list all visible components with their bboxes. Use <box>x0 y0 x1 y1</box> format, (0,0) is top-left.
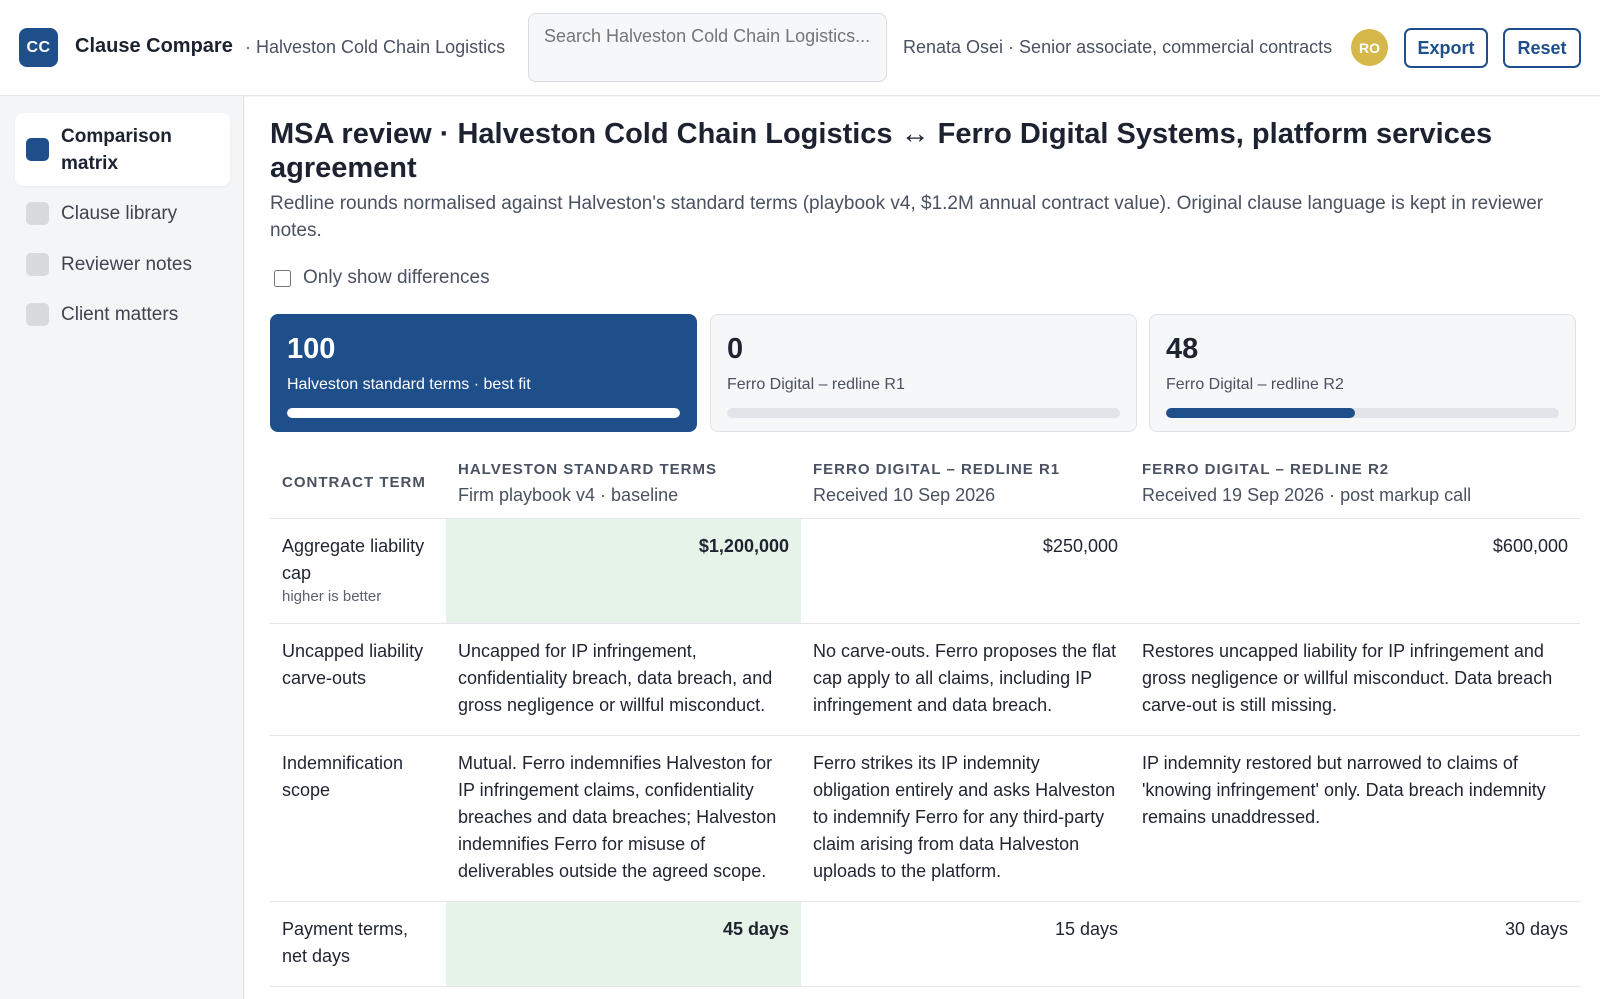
value-cell: $600,000 <box>1130 518 1580 624</box>
only-differences-label: Only show differences <box>303 267 490 288</box>
column-title: FERRO DIGITAL – REDLINE R2 <box>1142 461 1390 478</box>
main-content: MSA review · Halveston Cold Chain Logist… <box>245 97 1600 999</box>
user-name: Renata Osei · Senior associate, commerci… <box>903 37 1333 57</box>
column-title: FERRO DIGITAL – REDLINE R1 <box>813 461 1061 478</box>
score-bar-fill <box>287 408 680 418</box>
reviewer-notes-icon <box>26 252 49 276</box>
score-label: Halveston standard terms · best fit <box>287 376 531 393</box>
term-name: Indemnification scope <box>282 753 404 800</box>
sidebar-item-reviewer-notes[interactable]: Reviewer notes <box>15 249 230 279</box>
table-header-row: CONTRACT TERM HALVESTON STANDARD TERMS F… <box>270 447 1580 519</box>
value-cell: 30 days <box>1130 901 1580 987</box>
value-cell: Ferro strikes its IP indemnity obligatio… <box>801 735 1130 902</box>
client-matters-icon <box>26 302 49 326</box>
org-name: · Halveston Cold Chain Logistics <box>245 37 506 57</box>
page-description: Redline rounds normalised against Halves… <box>270 193 1544 241</box>
comparison-matrix-icon <box>26 138 49 161</box>
score-value: 48 <box>1166 333 1199 365</box>
value-cell: Mutual. Ferro indemnifies Halveston for … <box>446 735 801 902</box>
sidebar-item-clause-library[interactable]: Clause library <box>15 198 230 228</box>
term-name: Aggregate liability cap <box>282 536 425 583</box>
score-label: Ferro Digital – redline R2 <box>1166 376 1344 393</box>
column-header-redline-r1: FERRO DIGITAL – REDLINE R1 Received 10 S… <box>801 447 1130 519</box>
value-cell: IP indemnity restored but narrowed to cl… <box>1130 735 1580 902</box>
column-header-term: CONTRACT TERM <box>270 447 446 519</box>
app-header: CC Clause Compare · Halveston Cold Chain… <box>0 0 1600 96</box>
value-cell-best: $1,200,000 <box>446 518 801 624</box>
scorecard-redline-r1[interactable]: 0 Ferro Digital – redline R1 <box>710 314 1137 432</box>
column-header-redline-r2: FERRO DIGITAL – REDLINE R2 Received 19 S… <box>1130 447 1580 519</box>
score-bar <box>287 408 680 418</box>
sidebar-item-comparison-matrix[interactable]: Comparison matrix <box>15 113 230 186</box>
term-cell: Indemnification scope <box>270 735 446 902</box>
clause-library-icon <box>26 201 49 225</box>
table-row[interactable]: Uncapped liability carve-outs Uncapped f… <box>270 623 1580 736</box>
value-cell-best: 45 days <box>446 901 801 987</box>
avatar[interactable]: RO <box>1351 29 1388 66</box>
sidebar: Comparison matrix Clause library Reviewe… <box>0 96 244 999</box>
column-subtitle: Received 10 Sep 2026 <box>813 485 996 505</box>
sidebar-item-label: Comparison matrix <box>61 125 172 174</box>
term-cell: Uncapped liability carve-outs <box>270 623 446 736</box>
value-cell: Restores uncapped liability for IP infri… <box>1130 623 1580 736</box>
score-value: 100 <box>287 333 336 365</box>
app-name: Clause Compare <box>75 35 233 57</box>
scorecard-standard-terms[interactable]: 100 Halveston standard terms · best fit <box>270 314 697 432</box>
table-row[interactable]: Payment terms, net days 45 days 15 days … <box>270 901 1580 987</box>
search-input[interactable] <box>528 13 887 82</box>
term-cell: Aggregate liability cap higher is better <box>270 518 446 624</box>
score-bar <box>727 408 1120 418</box>
comparison-matrix-table: CONTRACT TERM HALVESTON STANDARD TERMS F… <box>270 447 1580 987</box>
export-button[interactable]: Export <box>1404 28 1488 68</box>
term-name: Payment terms, net days <box>282 919 409 966</box>
value-cell: No carve-outs. Ferro proposes the flat c… <box>801 623 1130 736</box>
column-title: HALVESTON STANDARD TERMS <box>458 461 718 478</box>
only-differences-checkbox[interactable] <box>274 269 291 287</box>
sidebar-item-label: Clause library <box>61 202 178 224</box>
score-label: Ferro Digital – redline R1 <box>727 376 905 393</box>
value-cell: 15 days <box>801 901 1130 987</box>
term-hint: higher is better <box>282 588 382 605</box>
term-cell: Payment terms, net days <box>270 901 446 987</box>
scorecard-redline-r2[interactable]: 48 Ferro Digital – redline R2 <box>1149 314 1576 432</box>
column-subtitle: Received 19 Sep 2026 · post markup call <box>1142 485 1472 505</box>
only-differences-filter[interactable]: Only show differences <box>274 267 490 289</box>
score-bar-fill <box>1166 408 1355 418</box>
score-bar <box>1166 408 1559 418</box>
sidebar-item-client-matters[interactable]: Client matters <box>15 299 230 329</box>
table-row[interactable]: Aggregate liability cap higher is better… <box>270 518 1580 624</box>
app-logo: CC <box>19 28 58 67</box>
score-value: 0 <box>727 333 744 365</box>
value-cell: $250,000 <box>801 518 1130 624</box>
column-header-standard-terms: HALVESTON STANDARD TERMS Firm playbook v… <box>446 447 801 519</box>
sidebar-item-label: Client matters <box>61 303 179 325</box>
page-title: MSA review · Halveston Cold Chain Logist… <box>270 118 1493 184</box>
sidebar-item-label: Reviewer notes <box>61 253 192 275</box>
column-subtitle: Firm playbook v4 · baseline <box>458 485 679 505</box>
reset-button[interactable]: Reset <box>1503 28 1581 68</box>
value-cell: Uncapped for IP infringement, confidenti… <box>446 623 801 736</box>
term-header-label: CONTRACT TERM <box>282 474 426 491</box>
table-row[interactable]: Indemnification scope Mutual. Ferro inde… <box>270 735 1580 902</box>
term-name: Uncapped liability carve-outs <box>282 641 424 688</box>
